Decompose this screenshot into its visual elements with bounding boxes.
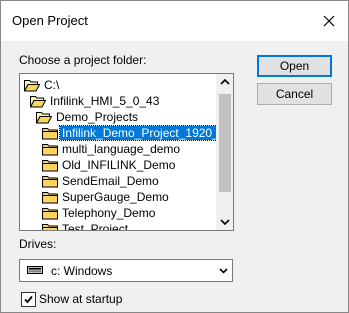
close-button[interactable] <box>316 9 342 33</box>
folder-closed-icon <box>42 190 58 204</box>
chevron-down-icon <box>219 268 228 274</box>
folder-closed-icon <box>42 142 58 156</box>
folder-item-label: SuperGauge_Demo <box>62 190 169 204</box>
scroll-down-button[interactable] <box>217 214 233 230</box>
folder-open-icon <box>35 110 53 124</box>
folder-item-label: Infilink_Demo_Project_1920_108 <box>59 125 217 141</box>
drives-selected-value: c: Windows <box>51 264 113 278</box>
folder-item-label: SendEmail_Demo <box>62 174 159 188</box>
show-at-startup-checkbox[interactable] <box>21 292 36 307</box>
folder-item-label: Test_Project <box>62 222 129 230</box>
checkmark-icon <box>24 295 33 304</box>
folder-item-label: Telephony_Demo <box>62 206 156 220</box>
title-bar: Open Project <box>1 1 348 41</box>
folder-closed-icon <box>42 158 58 172</box>
folder-closed-icon <box>42 174 58 188</box>
folder-item-label: Infilink_HMI_5_0_43 <box>50 94 160 108</box>
chevron-up-icon <box>220 78 230 85</box>
folder-tree[interactable]: C:\ Infilink_HMI_5_0_43 Demo_Projects Infil… <box>19 73 234 231</box>
close-icon <box>323 15 335 27</box>
folder-open-icon <box>23 78 41 92</box>
folder-list[interactable]: C:\ Infilink_HMI_5_0_43 Demo_Projects Infil… <box>20 74 217 230</box>
folder-item-label: multi_language_demo <box>62 142 181 156</box>
scroll-up-button[interactable] <box>217 74 233 90</box>
cancel-button[interactable]: Cancel <box>257 83 332 105</box>
folder-open-icon <box>29 94 47 108</box>
drives-label: Drives: <box>19 237 57 251</box>
scrollbar-thumb[interactable] <box>219 94 231 192</box>
open-project-dialog: Open Project Choose a project folder: C:… <box>0 0 349 313</box>
folder-item-label: Old_INFILINK_Demo <box>62 158 176 172</box>
chevron-down-icon <box>220 219 230 226</box>
folder-closed-icon <box>42 206 58 220</box>
folder-item-label: Demo_Projects <box>56 110 139 124</box>
drive-icon <box>27 266 43 274</box>
folder-closed-icon <box>42 222 58 230</box>
window-title: Open Project <box>12 13 88 28</box>
show-at-startup-label: Show at startup <box>39 292 123 306</box>
folder-closed-icon <box>42 126 58 140</box>
open-button[interactable]: Open <box>257 55 332 77</box>
drives-dropdown-button[interactable] <box>215 260 232 281</box>
vertical-scrollbar[interactable] <box>216 74 233 230</box>
folder-item-label: C:\ <box>44 78 60 92</box>
drives-select[interactable]: c: Windows <box>19 259 233 282</box>
folder-list-label: Choose a project folder: <box>19 53 147 67</box>
